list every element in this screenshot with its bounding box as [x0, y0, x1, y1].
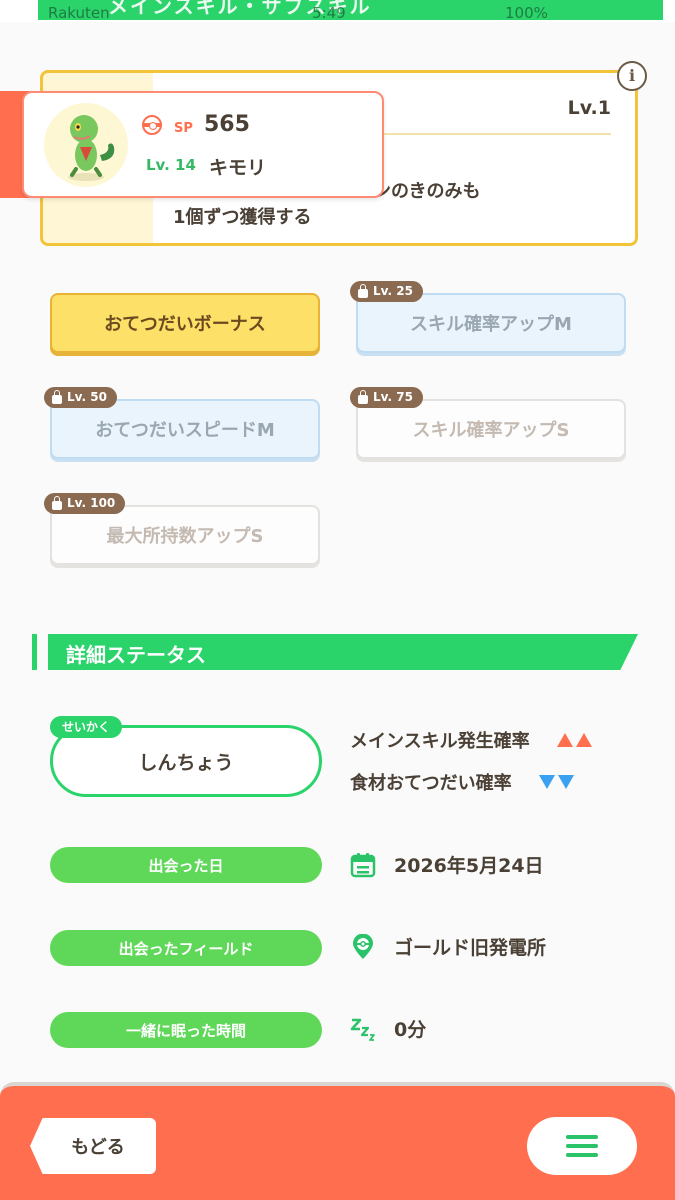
unlock-level-badge: Lv. 75 — [350, 387, 423, 408]
pokemon-card[interactable]: SP 565 Lv. 14 キモリ — [22, 91, 384, 198]
subskill-button-3[interactable]: おてつだいスピードM — [50, 399, 320, 459]
section-title: 詳細ステータス — [66, 643, 206, 667]
subskill-label: スキル確率アップS — [412, 420, 570, 441]
subskill-label: 最大所持数アップS — [106, 526, 264, 547]
info-icon[interactable]: i — [617, 61, 647, 91]
subskill-button-5[interactable]: 最大所持数アップS — [50, 505, 320, 565]
unlock-level-badge: Lv. 50 — [44, 387, 117, 408]
slept-time-label: 一緒に眠った時間 — [50, 1012, 322, 1048]
met-field-label: 出会ったフィールド — [50, 930, 322, 966]
subskill-button-4[interactable]: スキル確率アップS — [356, 399, 626, 459]
section-accent — [32, 634, 37, 670]
nature-tag: せいかく — [50, 716, 123, 738]
arrow-up-icon — [554, 731, 592, 752]
lock-icon — [52, 495, 62, 510]
arrow-down-icon — [536, 773, 574, 794]
lock-icon — [358, 389, 368, 404]
effect-up-label: メインスキル発生確率 — [350, 731, 530, 752]
carrier-label: Rakuten — [48, 4, 110, 22]
subskill-button-2[interactable]: スキル確率アップM — [356, 293, 626, 353]
section-header: 詳細ステータス — [32, 634, 638, 670]
pokemon-avatar — [44, 103, 128, 187]
subskill-label: おてつだいスピードM — [95, 420, 275, 441]
hamburger-icon — [566, 1135, 598, 1139]
back-button-label: もどる — [71, 1137, 125, 1158]
sp-label: SP — [174, 121, 193, 136]
effect-down-label: 食材おてつだい確率 — [350, 773, 512, 794]
clock: 5:49 — [312, 4, 346, 22]
nature-effect-up: メインスキル発生確率 — [350, 727, 592, 753]
menu-button[interactable] — [527, 1117, 637, 1175]
main-skill-level: Lv.1 — [567, 97, 611, 119]
lock-icon — [52, 389, 62, 404]
met-field-value: ゴールド旧発電所 — [394, 937, 547, 959]
met-date-value: 2026年5月24日 — [394, 855, 544, 877]
header-banner: メインスキル・サブスキル — [38, 0, 663, 20]
subskill-label: スキル確率アップM — [410, 314, 572, 335]
status-bar: メインスキル・サブスキル Rakuten 5:49 100% — [0, 0, 675, 22]
location-pin-icon — [353, 934, 373, 959]
main-skill-description-line2: 1個ずつ獲得する — [173, 207, 312, 228]
pokemon-level: Lv. 14 — [146, 156, 196, 174]
hamburger-icon-line — [566, 1153, 598, 1157]
slept-time-value: 0分 — [394, 1019, 427, 1041]
sleep-zzz-icon — [350, 1018, 375, 1041]
back-button[interactable]: もどる — [30, 1118, 156, 1174]
sp-value: 565 — [204, 112, 250, 137]
subskill-button-1[interactable]: おてつだいボーナス — [50, 293, 320, 353]
treecko-icon — [68, 115, 115, 181]
nature-effect-down: 食材おてつだい確率 — [350, 769, 574, 795]
unlock-level: Lv. 100 — [67, 496, 116, 510]
subskill-label: おてつだいボーナス — [104, 314, 266, 335]
pokeball-icon — [142, 115, 162, 135]
met-date-label: 出会った日 — [50, 847, 322, 883]
calendar-icon — [350, 853, 376, 878]
hamburger-icon-line — [566, 1144, 598, 1148]
nature-value: しんちょう — [138, 752, 234, 774]
battery-level: 100% — [505, 4, 548, 22]
unlock-level: Lv. 25 — [373, 284, 413, 298]
unlock-level: Lv. 75 — [373, 390, 413, 404]
unlock-level: Lv. 50 — [67, 390, 107, 404]
pokemon-name: キモリ — [209, 157, 267, 179]
unlock-level-badge: Lv. 25 — [350, 281, 423, 302]
lock-icon — [358, 283, 368, 298]
unlock-level-badge: Lv. 100 — [44, 493, 126, 514]
main-skill-description-line1: ンのきのみも — [373, 181, 481, 202]
